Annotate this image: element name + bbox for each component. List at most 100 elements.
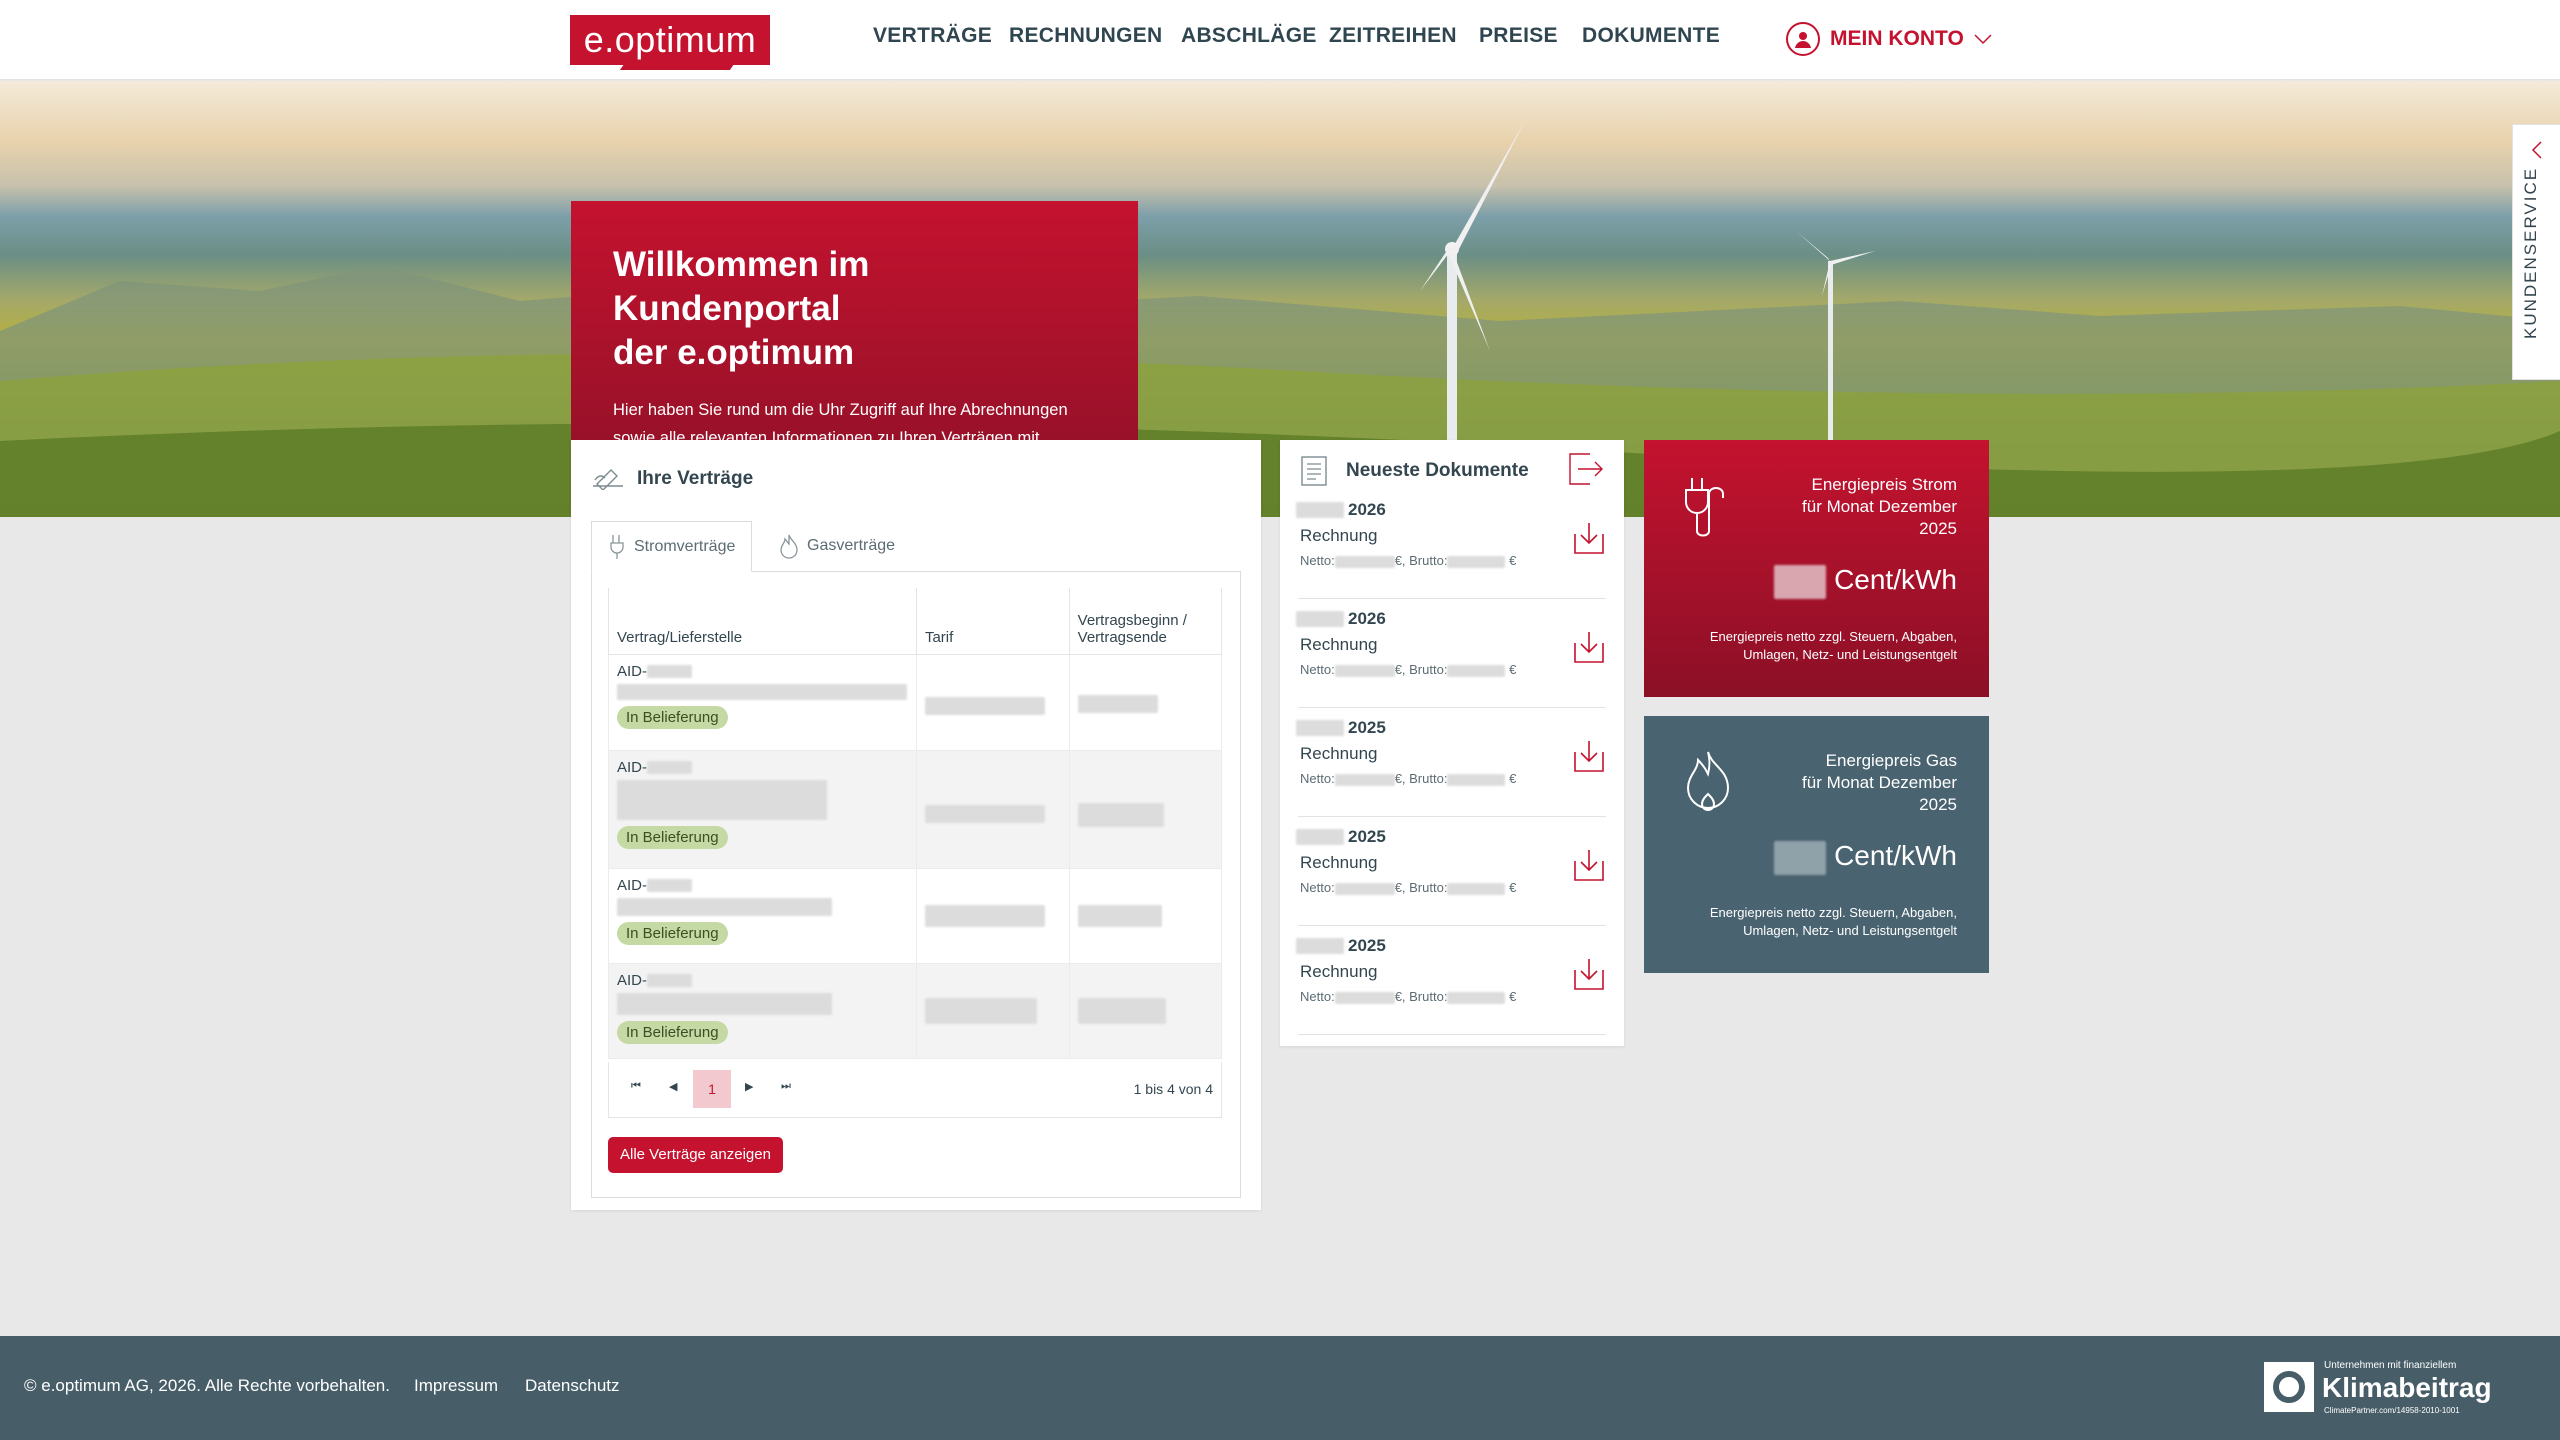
copyright-text: © e.optimum AG, 2026. Alle Rechte vorbeh…: [24, 1376, 390, 1395]
nav-dokumente[interactable]: DOKUMENTE: [1582, 24, 1720, 48]
doc-amount: Netto: €, Brutto: €: [1300, 989, 1517, 1004]
gas-note-line2: Umlagen, Netz- und Leistungsentgelt: [1743, 923, 1957, 938]
doc-type: Rechnung: [1300, 744, 1378, 763]
table-row[interactable]: AID- In Belieferung: [608, 962, 1223, 1059]
prev-page-icon[interactable]: ◀: [669, 1080, 677, 1093]
account-label: MEIN KONTO: [1830, 27, 1964, 50]
plug-icon: [610, 534, 624, 559]
contracts-title: Ihre Verträge: [637, 468, 754, 489]
strom-note-line1: Energiepreis netto zzgl. Steuern, Abgabe…: [1709, 629, 1957, 644]
tab-gasvertraege[interactable]: Gasverträge: [763, 521, 911, 571]
contracts-panel: Ihre Verträge Stromverträge Gasverträge …: [571, 440, 1261, 1210]
next-page-icon[interactable]: ▶: [745, 1080, 753, 1093]
pager-summary: 1 bis 4 von 4: [1133, 1081, 1213, 1097]
user-icon: [1786, 22, 1820, 56]
doc-type: Rechnung: [1300, 526, 1378, 545]
klimabeitrag-badge[interactable]: Unternehmen mit finanziellem Klimabeitra…: [2264, 1356, 2524, 1416]
open-documents-icon[interactable]: [1568, 452, 1604, 486]
doc-year: 2026: [1348, 609, 1386, 628]
nav-zeitreihen[interactable]: ZEITREIHEN: [1329, 24, 1457, 48]
strom-title-line3: 2025: [1919, 519, 1957, 538]
brand-logo[interactable]: e.optimum: [570, 15, 770, 65]
tab-stromvertraege-label: Stromverträge: [634, 537, 736, 555]
table-pager: ⏮ ◀ 1 ▶ ⏭ 1 bis 4 von 4: [608, 1062, 1222, 1118]
strom-title-line1: Energiepreis Strom: [1811, 475, 1957, 494]
welcome-title-line2: der e.optimum: [613, 333, 855, 372]
document-item[interactable]: 2025 Rechnung Netto: €, Brutto: €: [1296, 817, 1606, 926]
table-row[interactable]: AID- In Belieferung: [608, 653, 1223, 751]
gas-price-card[interactable]: Energiepreis Gas für Monat Dezember 2025…: [1644, 716, 1989, 973]
chevron-down-icon: [1974, 34, 1992, 45]
strom-title-line2: für Monat Dezember: [1802, 497, 1957, 516]
nav-vertraege[interactable]: VERTRÄGE: [873, 24, 992, 48]
contract-id: AID-: [617, 971, 647, 989]
doc-amount: Netto: €, Brutto: €: [1300, 880, 1517, 895]
tab-stromvertraege[interactable]: Stromverträge: [591, 521, 753, 572]
table-row[interactable]: AID- In Belieferung: [608, 867, 1223, 964]
document-icon: [1301, 456, 1327, 486]
col-tarif[interactable]: Tarif: [915, 588, 1070, 655]
nav-preise[interactable]: PREISE: [1479, 24, 1558, 48]
flame-icon: [1686, 751, 1730, 811]
documents-title: Neueste Dokumente: [1346, 460, 1529, 481]
doc-year: 2025: [1348, 718, 1386, 737]
download-icon[interactable]: [1572, 738, 1606, 774]
download-icon[interactable]: [1572, 629, 1606, 665]
show-all-contracts-button[interactable]: Alle Verträge anzeigen: [608, 1137, 783, 1173]
strom-price-unit: Cent/kWh: [1834, 564, 1957, 595]
document-item[interactable]: 2025 Rechnung Netto: €, Brutto: €: [1296, 926, 1606, 1035]
documents-panel: Neueste Dokumente 2026 Rechnung Netto: €,…: [1280, 440, 1624, 1046]
strom-price-title: Energiepreis Strom für Monat Dezember 20…: [1802, 474, 1957, 540]
doc-amount: Netto: €, Brutto: €: [1300, 553, 1517, 568]
gas-price-value: Cent/kWh: [1774, 840, 1957, 875]
status-badge: In Belieferung: [617, 705, 728, 729]
flame-icon: [780, 534, 798, 559]
strom-price-note: Energiepreis netto zzgl. Steuern, Abgabe…: [1710, 628, 1957, 664]
strom-price-value: Cent/kWh: [1774, 564, 1957, 599]
last-page-icon[interactable]: ⏭: [781, 1080, 791, 1093]
col-vertrag[interactable]: Vertrag/Lieferstelle: [608, 588, 917, 655]
gas-title-line1: Energiepreis Gas: [1825, 751, 1957, 770]
doc-amount: Netto: €, Brutto: €: [1300, 771, 1517, 786]
doc-type: Rechnung: [1300, 962, 1378, 981]
contract-sign-icon: [593, 469, 623, 490]
contract-id: AID-: [617, 876, 647, 894]
document-item[interactable]: 2026 Rechnung Netto: €, Brutto: €: [1296, 599, 1606, 708]
download-icon[interactable]: [1572, 956, 1606, 992]
table-row[interactable]: AID- In Belieferung: [608, 749, 1223, 869]
gas-note-line1: Energiepreis netto zzgl. Steuern, Abgabe…: [1709, 905, 1957, 920]
account-menu[interactable]: MEIN KONTO: [1786, 19, 1992, 59]
contract-id: AID-: [617, 758, 647, 776]
top-header: e.optimum VERTRÄGE RECHNUNGEN ABSCHLÄGE …: [0, 0, 2560, 80]
gas-title-line3: 2025: [1919, 795, 1957, 814]
contract-id: AID-: [617, 662, 647, 680]
chevron-left-icon: [2531, 141, 2542, 159]
page-footer: © e.optimum AG, 2026. Alle Rechte vorbeh…: [0, 1336, 2560, 1440]
strom-price-card[interactable]: Energiepreis Strom für Monat Dezember 20…: [1644, 440, 1989, 697]
col-vertragsbeginn[interactable]: Vertragsbeginn / Vertragsende: [1068, 588, 1223, 655]
page-1-button[interactable]: 1: [693, 1070, 731, 1108]
gas-price-unit: Cent/kWh: [1834, 840, 1957, 871]
kundenservice-tab[interactable]: KUNDENSERVICE: [2512, 124, 2560, 380]
plug-icon: [1685, 478, 1724, 537]
first-page-icon[interactable]: ⏮: [631, 1080, 641, 1093]
doc-year: 2025: [1348, 936, 1386, 955]
table-header-row: Vertrag/Lieferstelle Tarif Vertragsbegin…: [608, 588, 1223, 655]
document-item[interactable]: 2025 Rechnung Netto: €, Brutto: €: [1296, 708, 1606, 817]
nav-rechnungen[interactable]: RECHNUNGEN: [1009, 24, 1163, 48]
strom-note-line2: Umlagen, Netz- und Leistungsentgelt: [1743, 647, 1957, 662]
climate-partner-logo: [2264, 1362, 2314, 1412]
gas-price-title: Energiepreis Gas für Monat Dezember 2025: [1802, 750, 1957, 816]
impressum-link[interactable]: Impressum: [414, 1376, 498, 1396]
document-item[interactable]: 2026 Rechnung Netto: €, Brutto: €: [1296, 490, 1606, 599]
doc-amount: Netto: €, Brutto: €: [1300, 662, 1517, 677]
kundenservice-label: KUNDENSERVICE: [2521, 166, 2540, 339]
badge-small-text: Unternehmen mit finanziellem: [2324, 1360, 2457, 1371]
nav-abschlaege[interactable]: ABSCHLÄGE: [1181, 24, 1317, 48]
datenschutz-link[interactable]: Datenschutz: [525, 1376, 620, 1396]
download-icon[interactable]: [1572, 520, 1606, 556]
badge-title: Klimabeitrag: [2322, 1372, 2492, 1403]
status-badge: In Belieferung: [617, 1020, 728, 1044]
doc-year: 2026: [1348, 500, 1386, 519]
download-icon[interactable]: [1572, 847, 1606, 883]
